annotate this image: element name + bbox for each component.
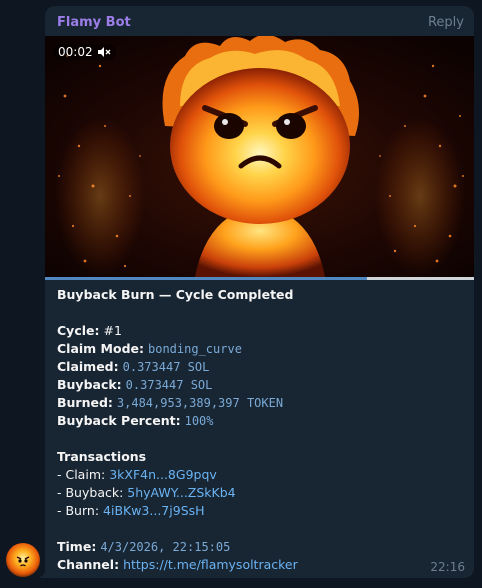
burned-value[interactable]: 3,484,953,389,397 TOKEN xyxy=(117,396,283,410)
sender-name[interactable]: Flamy Bot xyxy=(57,15,131,30)
channel-row: Channel: https://t.me/flamysoltracker xyxy=(57,556,462,574)
time-row: Time: 4/3/2026, 22:15:05 xyxy=(57,538,462,556)
tx-burn-row: - Burn: 4iBKw3...7j9SsH xyxy=(57,502,462,520)
buyback-percent-label: Buyback Percent: xyxy=(57,413,181,428)
time-value[interactable]: 4/3/2026, 22:15:05 xyxy=(100,540,230,554)
claim-mode-value[interactable]: bonding_curve xyxy=(148,342,242,356)
video-progress-fill xyxy=(45,277,367,280)
flame-face-icon xyxy=(16,556,30,567)
buyback-percent-value[interactable]: 100% xyxy=(185,414,214,428)
cycle-value: #1 xyxy=(103,323,122,338)
tx-buyback-link[interactable]: 5hyAWY...ZSkKb4 xyxy=(127,485,235,500)
tx-burn-link[interactable]: 4iBKw3...7j9SsH xyxy=(103,503,205,518)
tx-claim-row: - Claim: 3kXF4n...8G9pqv xyxy=(57,466,462,484)
reply-button[interactable]: Reply xyxy=(428,15,464,30)
claimed-label: Claimed: xyxy=(57,359,119,374)
cycle-row: Cycle: #1 xyxy=(57,322,462,340)
buyback-label: Buyback: xyxy=(57,377,122,392)
message-title: Buyback Burn — Cycle Completed xyxy=(57,287,294,302)
tx-burn-label: - Burn: xyxy=(57,503,104,518)
tx-buyback-label: - Buyback: xyxy=(57,485,128,500)
message-bubble[interactable]: Flamy Bot Reply 00:02 Buyback Burn — Cyc… xyxy=(45,6,474,578)
video-player[interactable]: 00:02 xyxy=(45,36,474,277)
transactions-heading: Transactions xyxy=(57,449,147,464)
bot-avatar[interactable] xyxy=(6,543,40,577)
buyback-percent-row: Buyback Percent: 100% xyxy=(57,412,462,430)
message-timestamp: 22:16 xyxy=(430,560,465,574)
tx-claim-link[interactable]: 3kXF4n...8G9pqv xyxy=(109,467,217,482)
buyback-row: Buyback: 0.373447 SOL xyxy=(57,376,462,394)
tx-buyback-row: - Buyback: 5hyAWY...ZSkKb4 xyxy=(57,484,462,502)
video-time: 00:02 xyxy=(58,45,93,59)
speaker-muted-icon[interactable] xyxy=(97,46,111,58)
buyback-value[interactable]: 0.373447 SOL xyxy=(126,378,213,392)
cycle-label: Cycle: xyxy=(57,323,100,338)
claimed-row: Claimed: 0.373447 SOL xyxy=(57,358,462,376)
tx-claim-label: - Claim: xyxy=(57,467,110,482)
channel-label: Channel: xyxy=(57,557,120,572)
video-timecode: 00:02 xyxy=(53,44,116,60)
video-frame xyxy=(45,36,474,277)
burned-label: Burned: xyxy=(57,395,113,410)
burned-row: Burned: 3,484,953,389,397 TOKEN xyxy=(57,394,462,412)
message-text: Buyback Burn — Cycle Completed Cycle: #1… xyxy=(57,286,462,574)
time-label: Time: xyxy=(57,539,97,554)
claim-mode-label: Claim Mode: xyxy=(57,341,145,356)
claimed-value[interactable]: 0.373447 SOL xyxy=(123,360,210,374)
chat-window: Flamy Bot Reply 00:02 Buyback Burn — Cyc… xyxy=(0,0,482,588)
channel-link[interactable]: https://t.me/flamysoltracker xyxy=(123,557,298,572)
claim-mode-row: Claim Mode: bonding_curve xyxy=(57,340,462,358)
video-progress-bar[interactable] xyxy=(45,277,474,280)
